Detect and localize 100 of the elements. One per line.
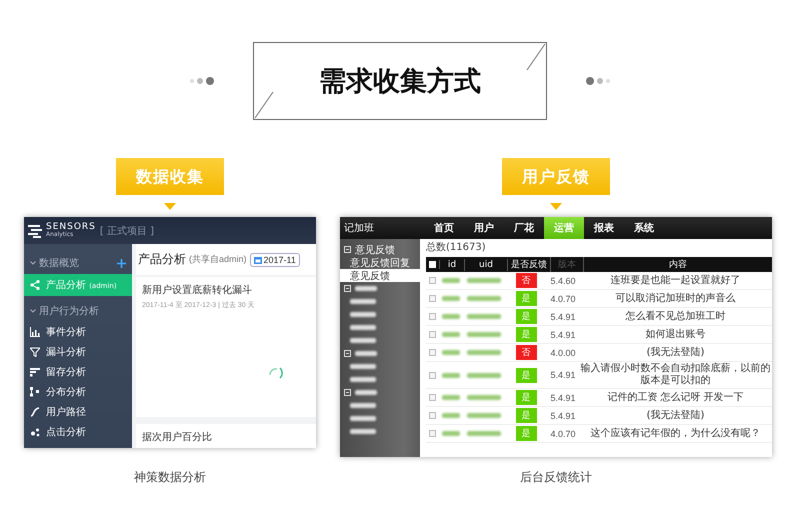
blurred-text bbox=[350, 338, 376, 343]
checkbox[interactable] bbox=[429, 277, 436, 284]
blurred-text bbox=[442, 372, 460, 378]
status-badge: 否 bbox=[516, 345, 536, 360]
checkbox[interactable] bbox=[429, 412, 436, 419]
page-heading: 产品分析 bbox=[138, 251, 186, 268]
checkbox[interactable] bbox=[429, 331, 436, 338]
card-title: 新用户设置底薪转化漏斗 bbox=[142, 284, 253, 298]
sidebar-item[interactable]: 漏斗分析 bbox=[24, 342, 132, 362]
table-cell: (我无法登陆) bbox=[646, 346, 704, 358]
distribution-icon bbox=[30, 387, 40, 397]
checkbox[interactable] bbox=[429, 394, 436, 401]
share-icon bbox=[30, 280, 40, 290]
status-badge: 是 bbox=[516, 291, 536, 306]
calendar-icon bbox=[254, 256, 262, 264]
sidebar-item[interactable]: 留存分析 bbox=[24, 362, 132, 382]
column-header: uid bbox=[465, 258, 508, 270]
table-cell: 记件的工资 怎么记呀 开发一下 bbox=[607, 392, 744, 404]
checkbox[interactable] bbox=[429, 430, 436, 437]
checkbox[interactable] bbox=[429, 372, 436, 378]
status-badge: 是 bbox=[516, 408, 536, 423]
sidebar-item[interactable]: 意见反馈回复 bbox=[340, 256, 420, 269]
chevron-down-icon bbox=[30, 261, 36, 265]
blurred-text bbox=[355, 390, 377, 395]
blurred-text bbox=[442, 278, 460, 283]
collapse-box-icon bbox=[344, 285, 351, 292]
table-cell: 4.0.70 bbox=[550, 428, 576, 438]
caption: 后台反馈统计 bbox=[520, 469, 592, 486]
collapse-box-icon bbox=[344, 389, 351, 396]
blurred-text bbox=[467, 332, 501, 337]
section-heading: 意见反馈 bbox=[355, 244, 395, 256]
section-label: 数据收集 bbox=[116, 158, 224, 195]
nav-tab[interactable]: 厂花 bbox=[504, 217, 544, 239]
blurred-text bbox=[467, 395, 501, 400]
collapse-box-icon bbox=[344, 246, 351, 253]
plus-icon bbox=[117, 258, 126, 268]
blurred-text bbox=[350, 429, 376, 434]
status-badge: 是 bbox=[516, 309, 536, 324]
column-header: 是否反馈 bbox=[508, 257, 551, 272]
caption: 神策数据分析 bbox=[134, 469, 206, 486]
table-cell: (我无法登陆) bbox=[646, 410, 704, 422]
table-cell: 可以取消记加班时的声音么 bbox=[616, 292, 736, 304]
down-triangle-icon bbox=[164, 203, 176, 210]
checkbox[interactable] bbox=[429, 313, 436, 320]
checkbox[interactable] bbox=[429, 295, 436, 302]
total-count: 总数(11673) bbox=[426, 240, 487, 255]
column-header: 版本 bbox=[551, 257, 584, 272]
blurred-text bbox=[355, 286, 377, 291]
table-cell: 5.4.60 bbox=[550, 276, 576, 286]
sidebar-item[interactable]: 分布分析 bbox=[24, 382, 132, 402]
checkbox-icon bbox=[429, 261, 436, 268]
blurred-text bbox=[442, 332, 460, 337]
blurred-text bbox=[467, 431, 501, 436]
blurred-text bbox=[467, 278, 501, 283]
blurred-text bbox=[350, 325, 376, 330]
nav-tab[interactable]: 报表 bbox=[584, 217, 624, 239]
sidebar-item[interactable]: 事件分析 bbox=[24, 322, 132, 342]
chevron-down-icon bbox=[30, 309, 36, 313]
table-cell: 连班要是也能一起设置就好了 bbox=[610, 274, 740, 286]
status-badge: 是 bbox=[516, 426, 536, 441]
table-cell: 5.4.91 bbox=[550, 370, 576, 380]
logo-text: 记加班 bbox=[343, 222, 375, 236]
date-picker[interactable]: 2017-11 bbox=[250, 252, 300, 267]
sidebar-item[interactable]: 用户路径 bbox=[24, 402, 132, 422]
dots-icon bbox=[585, 77, 611, 85]
bars-icon bbox=[30, 327, 40, 337]
page-title: 需求收集方式 bbox=[319, 65, 481, 99]
status-badge: 是 bbox=[516, 368, 536, 382]
blurred-text bbox=[350, 312, 376, 317]
down-triangle-icon bbox=[550, 203, 562, 210]
sidebar-item[interactable]: 意见反馈 bbox=[340, 269, 420, 282]
nav-tab[interactable]: 系统 bbox=[624, 217, 664, 239]
blurred-text bbox=[350, 403, 376, 408]
corner-line-icon bbox=[526, 43, 546, 71]
blurred-text bbox=[467, 296, 501, 301]
click-icon bbox=[30, 427, 40, 437]
blurred-text bbox=[467, 413, 501, 418]
logo-text: SENSORS bbox=[46, 223, 96, 232]
table-cell: 5.4.91 bbox=[550, 392, 576, 402]
table-cell: 怎么看不见总加班工时 bbox=[626, 310, 726, 322]
blurred-text bbox=[442, 314, 460, 319]
checkbox[interactable] bbox=[429, 349, 436, 356]
table-cell: 5.4.91 bbox=[550, 410, 576, 420]
blurred-text bbox=[467, 314, 501, 319]
retention-icon bbox=[30, 367, 40, 377]
nav-tab[interactable]: 首页 bbox=[424, 217, 464, 239]
corner-line-icon bbox=[254, 91, 274, 119]
section-heading: 用户行为分析 bbox=[39, 304, 99, 318]
sidebar-item[interactable]: 点击分析 bbox=[24, 422, 132, 442]
blurred-text bbox=[350, 416, 376, 421]
column-header: 内容 bbox=[668, 258, 688, 272]
table-cell-text: 输入请假小时数不会自动扣除底薪，以前的版本是可以扣的 bbox=[580, 363, 772, 387]
blurred-text bbox=[355, 351, 377, 356]
section-label: 用户反馈 bbox=[502, 158, 610, 195]
path-icon bbox=[30, 407, 40, 417]
column-header: id bbox=[440, 258, 465, 270]
nav-tab[interactable]: 用户 bbox=[464, 217, 504, 239]
blurred-text bbox=[467, 372, 501, 378]
status-badge: 是 bbox=[516, 390, 536, 405]
table-cell: 这个应该有记年假的，为什么没有呢？ bbox=[590, 428, 760, 440]
